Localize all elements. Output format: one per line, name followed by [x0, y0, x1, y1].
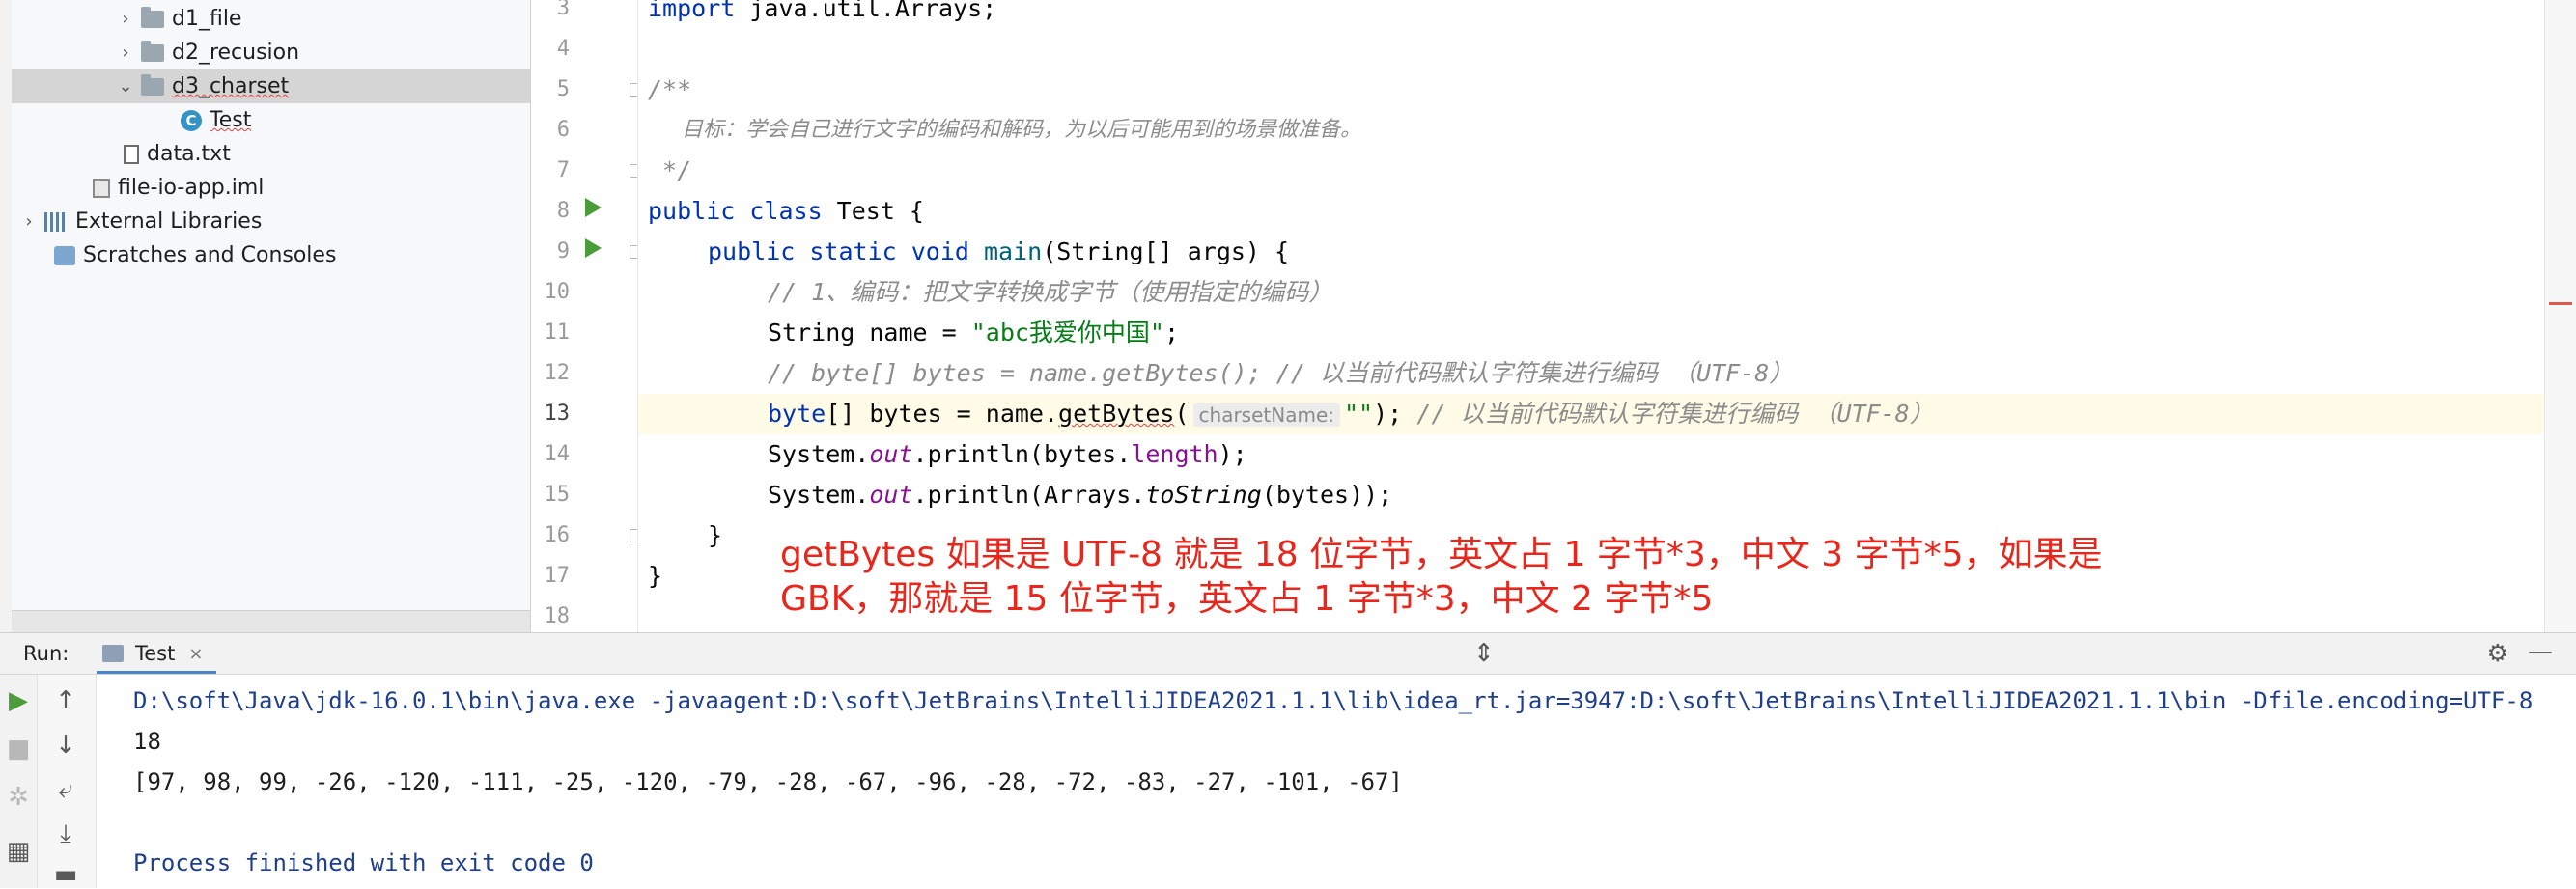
annotation-line-1: getBytes 如果是 UTF-8 就是 18 位字节，英文占 1 字节*3，… — [780, 535, 2103, 574]
code-line-8: public class Test { — [648, 197, 924, 225]
project-tree: › d1_file › d2_recusion ⌄ d3_charset C T… — [12, 0, 531, 632]
tree-item-label: data.txt — [147, 142, 231, 166]
minimize-icon[interactable]: — — [2528, 637, 2553, 666]
stop-icon[interactable]: ■ — [2, 735, 35, 764]
code-line-10: // 1、编码：把文字转换成字节（使用指定的编码） — [768, 278, 1333, 306]
console-tab-icon — [102, 645, 124, 662]
code-line-13-current: byte[] bytes = name.getBytes(charsetName… — [638, 394, 2545, 434]
tree-item-external-libraries[interactable]: › External Libraries — [12, 205, 530, 238]
down-arrow-icon[interactable]: ↓ — [49, 731, 82, 760]
line-number-current: 13 — [544, 402, 571, 426]
code-line-6: 目标：学会自己进行文字的编码和解码，为以后可能用到的场景做准备。 — [648, 118, 1361, 142]
tree-horizontal-scrollbar[interactable] — [12, 610, 530, 632]
console-output[interactable]: D:\soft\Java\jdk-16.0.1\bin\java.exe -ja… — [97, 675, 2576, 888]
line-number: 5 — [556, 77, 570, 101]
line-number: 8 — [556, 199, 570, 223]
line-number: 11 — [544, 320, 571, 345]
annotation-line-2: GBK，那就是 15 位字节，英文占 1 字节*3，中文 2 字节*5 — [780, 579, 1714, 619]
console-exit-line: Process finished with exit code 0 — [133, 849, 594, 876]
console-output-line: 18 — [133, 728, 161, 755]
code-line-11: String name = "abc我爱你中国"; — [768, 319, 1180, 347]
tree-item-label: External Libraries — [75, 209, 263, 234]
line-number: 3 — [556, 0, 570, 20]
tree-item-label: d1_file — [172, 7, 242, 31]
code-line-15: System.out.println(Arrays.toString(bytes… — [768, 481, 1393, 509]
line-number: 4 — [556, 37, 570, 61]
console-command-line: D:\soft\Java\jdk-16.0.1\bin\java.exe -ja… — [133, 687, 2534, 714]
error-stripe-mark[interactable] — [2549, 302, 2572, 305]
editor-error-stripe[interactable] — [2544, 0, 2576, 632]
run-tab-test[interactable]: Test × — [97, 633, 216, 674]
run-toolbar-secondary: ↑ ↓ ⤶ ⤓ ▬ — [38, 675, 97, 889]
tree-item-d2-recusion[interactable]: › d2_recusion — [12, 36, 530, 69]
soft-wrap-icon[interactable]: ⤶ — [49, 775, 82, 805]
tree-item-test-class[interactable]: C Test — [12, 103, 530, 137]
run-tab-label: Test — [135, 642, 176, 665]
run-panel-header: Run: Test × ⇕ ⚙ — — [0, 632, 2576, 675]
line-number: 9 — [556, 239, 570, 264]
line-number: 6 — [556, 118, 570, 142]
tree-item-d3-charset[interactable]: ⌄ d3_charset — [12, 69, 530, 103]
debug-icon[interactable]: ✲ — [2, 783, 35, 812]
chevron-right-icon[interactable]: › — [116, 9, 135, 29]
chevron-down-icon[interactable]: ⌄ — [116, 76, 135, 97]
run-toolbar-primary: ▶ ■ ✲ ▦ — [0, 675, 38, 888]
folder-icon — [141, 6, 164, 28]
video-annotation-text: getBytes 如果是 UTF-8 就是 18 位字节，英文占 1 字节*3，… — [780, 533, 2170, 622]
code-line-9: public static void main(String[] args) { — [708, 237, 1290, 265]
line-number: 18 — [544, 604, 571, 628]
folder-icon — [141, 40, 164, 62]
module-file-icon — [93, 178, 110, 198]
run-panel-label: Run: — [23, 642, 70, 665]
line-number: 17 — [544, 564, 571, 588]
line-number: 16 — [544, 523, 571, 547]
up-arrow-icon[interactable]: ↑ — [49, 686, 82, 715]
line-number: 14 — [544, 442, 571, 466]
code-line-7: */ — [648, 156, 692, 184]
java-class-icon: C — [181, 109, 202, 131]
folder-icon — [141, 73, 164, 96]
print-icon[interactable]: ▬ — [49, 860, 82, 889]
tree-item-label: file-io-app.iml — [118, 176, 265, 200]
code-line-3: import java.util.Arrays; — [648, 0, 997, 22]
layout-icon[interactable]: ▦ — [2, 837, 35, 866]
console-output-line: [97, 98, 99, -26, -120, -111, -25, -120,… — [133, 768, 1403, 795]
tree-item-label: Test — [210, 108, 252, 132]
gear-icon[interactable]: ⚙ — [2487, 639, 2508, 667]
tree-item-data-txt[interactable]: data.txt — [12, 137, 530, 171]
code-line-12: // byte[] bytes = name.getBytes(); // 以当… — [768, 359, 1794, 387]
tree-item-iml[interactable]: file-io-app.iml — [12, 171, 530, 205]
close-icon[interactable]: × — [188, 644, 203, 664]
line-number: 7 — [556, 158, 570, 182]
text-file-icon — [124, 144, 139, 164]
tree-item-d1-file[interactable]: › d1_file — [12, 2, 530, 36]
run-main-icon[interactable] — [585, 238, 602, 258]
chevron-right-icon[interactable]: › — [116, 42, 135, 63]
tree-item-label: d3_charset — [172, 74, 290, 98]
run-class-icon[interactable] — [585, 198, 602, 217]
code-line-5: /** — [648, 75, 692, 103]
line-number: 10 — [544, 280, 571, 304]
scroll-to-end-icon[interactable]: ⤓ — [49, 820, 82, 849]
resize-handle-icon[interactable]: ⇕ — [1473, 639, 1495, 668]
line-number: 15 — [544, 483, 571, 507]
tree-item-label: d2_recusion — [172, 41, 300, 65]
library-icon — [44, 211, 68, 232]
code-line-14: System.out.println(bytes.length); — [768, 440, 1247, 468]
editor-gutter: 3 4 5 6 7 8 9 10 11 12 13 14 15 16 17 18… — [531, 0, 680, 632]
line-number: 12 — [544, 361, 571, 385]
parameter-hint: charsetName: — [1192, 403, 1340, 427]
tree-item-label: Scratches and Consoles — [83, 243, 337, 267]
tree-item-scratches[interactable]: Scratches and Consoles — [12, 238, 530, 272]
rerun-icon[interactable]: ▶ — [2, 686, 35, 715]
chevron-right-icon[interactable]: › — [19, 211, 39, 232]
scratches-icon — [54, 245, 75, 265]
